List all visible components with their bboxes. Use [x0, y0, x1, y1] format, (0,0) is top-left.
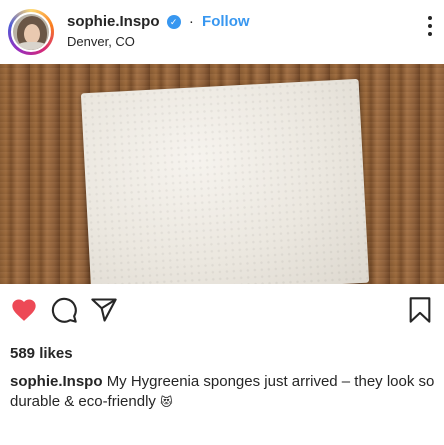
caption-username-link[interactable]: sophie.Inspo — [10, 373, 103, 390]
action-bar — [0, 284, 444, 334]
caption: sophie.Inspo My Hygreenia sponges just a… — [10, 372, 438, 412]
avatar[interactable] — [8, 9, 54, 55]
comment-icon[interactable] — [50, 296, 78, 324]
avatar-image — [11, 12, 51, 52]
more-options-icon[interactable] — [426, 16, 434, 40]
like-count[interactable]: 589 likes — [10, 345, 73, 362]
username-link[interactable]: sophie.Inspo — [67, 13, 160, 30]
follow-button[interactable]: Follow — [202, 13, 250, 30]
bookmark-icon[interactable] — [406, 296, 434, 324]
share-icon[interactable] — [90, 296, 118, 324]
heart-eyes-cat-emoji: 😻 — [160, 395, 173, 409]
post-header: sophie.Inspo ✓ · Follow Denver, CO — [0, 0, 444, 64]
verified-badge-icon: ✓ — [166, 15, 181, 29]
user-line: sophie.Inspo ✓ · Follow — [67, 13, 250, 30]
sponge-image — [80, 78, 370, 284]
location-link[interactable]: Denver, CO — [67, 34, 135, 49]
separator: · — [188, 13, 194, 30]
heart-filled-icon[interactable] — [10, 296, 38, 324]
post-photo[interactable] — [0, 64, 444, 284]
